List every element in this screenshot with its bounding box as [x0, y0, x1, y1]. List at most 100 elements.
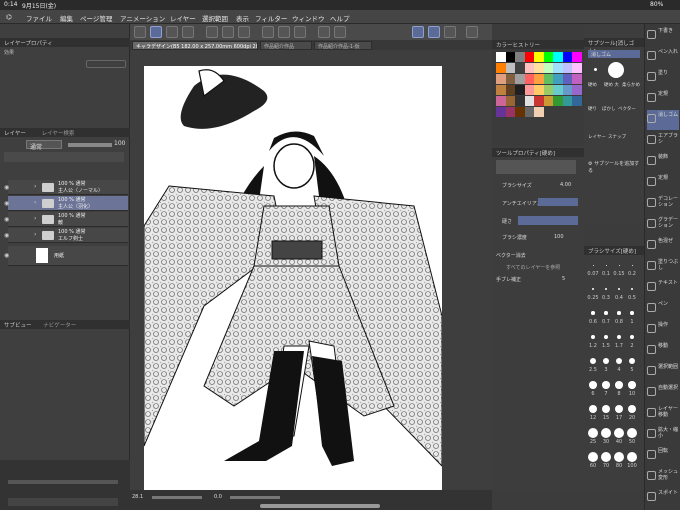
- color-swatch[interactable]: [562, 96, 573, 106]
- color-swatch[interactable]: [524, 85, 535, 95]
- brush-size-dot[interactable]: [627, 404, 637, 414]
- layer-search-tab[interactable]: レイヤー検索: [42, 131, 75, 137]
- brush-size-dot[interactable]: [588, 404, 598, 414]
- brush-size-dot[interactable]: [628, 381, 636, 389]
- layer-row[interactable]: ◉ › 100 % 通常 エルフ剣士: [4, 228, 128, 243]
- brush-size-dot[interactable]: [627, 452, 637, 462]
- color-swatch[interactable]: [534, 63, 544, 73]
- select-tool-icon[interactable]: [150, 26, 162, 38]
- brush-size-dot[interactable]: [601, 428, 611, 438]
- color-swatch[interactable]: [496, 107, 506, 117]
- layer-panel-title[interactable]: レイヤー: [4, 131, 26, 137]
- brush-size-dot[interactable]: [618, 264, 620, 266]
- tool-button[interactable]: 装飾: [647, 152, 679, 172]
- color-swatch[interactable]: [496, 52, 506, 62]
- layer-row[interactable]: ◉ › 100 % 通常敵: [4, 212, 128, 227]
- sub-tool-item[interactable]: ぼかし: [602, 106, 616, 112]
- color-swatch[interactable]: [543, 96, 554, 106]
- tool-button[interactable]: 定規: [647, 173, 679, 193]
- opacity-value[interactable]: 100: [114, 140, 125, 147]
- color-swatch[interactable]: [524, 96, 535, 106]
- color-swatch[interactable]: [543, 74, 554, 84]
- layer-actions-row[interactable]: [4, 152, 124, 162]
- chevron-right-icon[interactable]: ›: [34, 183, 36, 190]
- color-swatch[interactable]: [543, 63, 554, 73]
- tool-property-header[interactable]: ツールプロパティ[硬め]: [492, 148, 584, 157]
- brush-size-dot[interactable]: [617, 287, 621, 291]
- tool-button[interactable]: グラデーション: [647, 215, 679, 235]
- color-swatch[interactable]: [515, 107, 525, 117]
- brush-size-dot[interactable]: [604, 287, 608, 291]
- tool-button[interactable]: スポイト: [647, 488, 679, 508]
- rotation-slider[interactable]: [230, 496, 280, 499]
- layer-property-header[interactable]: レイヤープロパティ: [0, 38, 130, 47]
- brush-size-dot[interactable]: [588, 452, 598, 462]
- color-swatch[interactable]: [515, 96, 525, 106]
- color-swatch[interactable]: [553, 52, 563, 62]
- eye-icon[interactable]: ◉: [4, 232, 9, 239]
- tool-button[interactable]: 操作: [647, 320, 679, 340]
- brush-size-dot[interactable]: [601, 452, 611, 462]
- color-swatch[interactable]: [515, 85, 525, 95]
- color-swatch[interactable]: [496, 74, 506, 84]
- layer-row-selected[interactable]: ◉ › 100 % 通常 主人公（羽化）: [4, 196, 128, 211]
- color-swatch[interactable]: [553, 85, 563, 95]
- menu-file[interactable]: ファイル: [26, 13, 52, 23]
- menu-view[interactable]: 表示: [236, 13, 249, 23]
- color-swatch[interactable]: [534, 52, 544, 62]
- color-swatch[interactable]: [572, 63, 582, 73]
- tool-button[interactable]: 自動選択: [647, 383, 679, 403]
- color-swatch[interactable]: [562, 85, 573, 95]
- vector-erase-label[interactable]: ベクター消去: [496, 252, 526, 259]
- brush-size-dot[interactable]: [592, 264, 594, 266]
- brush-size-dot[interactable]: [602, 381, 610, 389]
- color-swatch[interactable]: [543, 52, 554, 62]
- sub-tool-item[interactable]: 硬め: [588, 82, 597, 88]
- menu-selection[interactable]: 選択範囲: [202, 13, 228, 23]
- add-sub-tool[interactable]: ⚙ サブツールを追加する: [588, 160, 644, 174]
- tool-button[interactable]: テキスト: [647, 278, 679, 298]
- tool-button[interactable]: 拡大・縮小: [647, 425, 679, 445]
- color-swatch[interactable]: [505, 63, 516, 73]
- color-swatch[interactable]: [505, 52, 516, 62]
- sub-tool-item[interactable]: 硬り: [588, 106, 597, 112]
- brush-size-header[interactable]: ブラシサイズ[硬め]: [584, 246, 644, 255]
- antialias-selector[interactable]: [538, 198, 578, 206]
- chevron-right-icon[interactable]: ›: [34, 199, 36, 206]
- tool-button[interactable]: レイヤー移動: [647, 404, 679, 424]
- chevron-right-icon[interactable]: ›: [34, 231, 36, 238]
- grid-icon[interactable]: [238, 26, 250, 38]
- all-layers-label[interactable]: すべてのレイヤーを参照: [506, 264, 560, 271]
- crop-icon[interactable]: [334, 26, 346, 38]
- pencil-icon[interactable]: [428, 26, 440, 38]
- color-swatch[interactable]: [524, 74, 535, 84]
- menu-filter[interactable]: フィルター: [255, 13, 287, 23]
- brush-size-dot[interactable]: [614, 452, 624, 462]
- color-swatch[interactable]: [515, 63, 525, 73]
- brush-size-dot[interactable]: [630, 311, 634, 315]
- color-swatch[interactable]: [534, 96, 544, 106]
- zoom-value[interactable]: 28.1: [132, 494, 143, 500]
- color-swatch[interactable]: [553, 74, 563, 84]
- brush-size-dot[interactable]: [605, 264, 607, 266]
- color-swatch[interactable]: [496, 63, 506, 73]
- color-swatch[interactable]: [515, 74, 525, 84]
- tool-button[interactable]: 定規: [647, 89, 679, 109]
- rotation-value[interactable]: 0.0: [214, 494, 222, 500]
- chevron-right-icon[interactable]: ›: [34, 215, 36, 222]
- tool-button[interactable]: 消しゴム: [647, 110, 679, 130]
- color-swatch[interactable]: [505, 96, 516, 106]
- tool-button[interactable]: 下書き: [647, 26, 679, 46]
- canvas-tab[interactable]: 作品紹介作品: [260, 41, 312, 50]
- brush-size-dot[interactable]: [615, 381, 623, 389]
- ruler-icon[interactable]: [182, 26, 194, 38]
- deselect-icon[interactable]: [318, 26, 330, 38]
- sub-tool-item[interactable]: 柔らかめ: [622, 82, 640, 88]
- clear-icon[interactable]: [262, 26, 274, 38]
- color-swatch[interactable]: [505, 85, 516, 95]
- tool-button[interactable]: 塗り: [647, 68, 679, 88]
- brush-size-dot[interactable]: [616, 334, 622, 340]
- undo-icon[interactable]: [206, 26, 218, 38]
- invert-icon[interactable]: [294, 26, 306, 38]
- color-swatch[interactable]: [524, 52, 535, 62]
